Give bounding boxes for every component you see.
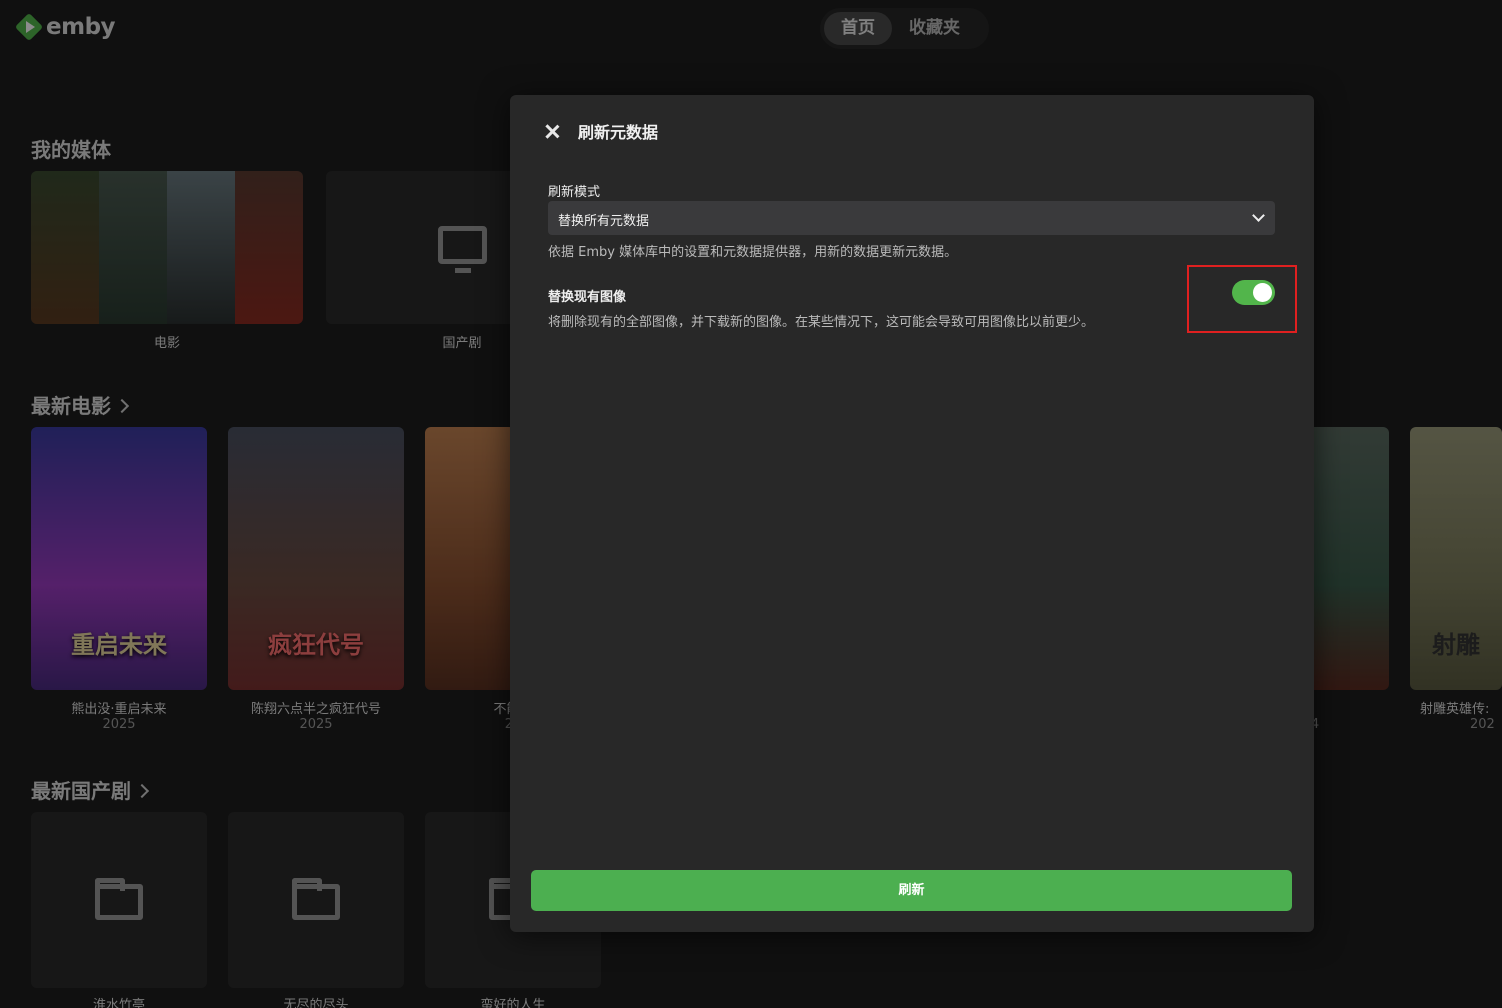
replace-images-label: 替换现有图像 (548, 290, 627, 305)
close-icon[interactable] (538, 117, 566, 145)
toggle-knob (1253, 283, 1272, 302)
movie-poster[interactable]: 射雕 (1410, 427, 1502, 690)
replace-images-toggle[interactable] (1232, 280, 1275, 305)
movie-poster[interactable] (425, 427, 515, 690)
movie-poster[interactable]: 重启未来 (31, 427, 207, 690)
refresh-mode-label: 刷新模式 (548, 185, 601, 200)
emby-logo[interactable]: emby (14, 12, 116, 42)
folder-icon (95, 878, 143, 920)
movie-poster[interactable]: 疯狂代号 (228, 427, 404, 690)
dialog-title: 刷新元数据 (578, 123, 659, 142)
refresh-mode-help: 依据 Emby 媒体库中的设置和元数据提供器，用新的数据更新元数据。 (548, 245, 958, 260)
movie-year: 2025 (102, 717, 136, 732)
refresh-metadata-dialog: 刷新元数据 刷新模式 替换所有元数据 依据 Emby 媒体库中的设置和元数据提供… (510, 95, 1314, 932)
movie-title: 射雕英雄传: (1420, 702, 1490, 717)
movie-year: 202 (1470, 717, 1495, 732)
tv-show-title: 蛮好的人生 (480, 998, 546, 1008)
section-title-text: 最新国产剧 (31, 779, 131, 803)
movie-title: 陈翔六点半之疯狂代号 (250, 702, 381, 717)
library-collage-poster (235, 171, 303, 324)
chevron-right-icon (134, 783, 150, 798)
library-collage-poster (167, 171, 235, 324)
tv-show-card[interactable] (31, 812, 207, 988)
refresh-mode-value: 替换所有元数据 (558, 214, 650, 229)
tab-favorites[interactable]: 收藏夹 (892, 12, 977, 45)
tv-show-title: 淮水竹亭 (92, 998, 145, 1008)
movie-year: 2025 (299, 717, 333, 732)
chevron-right-icon (114, 398, 130, 413)
library-collage-poster (99, 171, 167, 324)
poster-title-art: 射雕 (1432, 631, 1480, 659)
tv-icon (438, 226, 487, 273)
chevron-down-icon (1252, 209, 1265, 222)
folder-icon (292, 878, 340, 920)
poster-title-art: 重启未来 (71, 631, 167, 659)
library-card-movies[interactable] (31, 171, 303, 324)
emby-logo-icon (14, 12, 44, 42)
section-title-latest-movies[interactable]: 最新电影 (31, 390, 130, 419)
section-title-my-media[interactable]: 我的媒体 (31, 134, 111, 163)
poster-title-art: 疯狂代号 (268, 631, 364, 659)
tv-show-card[interactable] (228, 812, 404, 988)
tab-home[interactable]: 首页 (824, 12, 892, 45)
section-title-latest-tv[interactable]: 最新国产剧 (31, 775, 150, 804)
movie-title: 熊出没·重启未来 (71, 702, 167, 717)
replace-images-help: 将删除现有的全部图像，并下载新的图像。在某些情况下，这可能会导致可用图像比以前更… (548, 315, 1095, 330)
library-collage-poster (31, 171, 99, 324)
tv-show-title: 无尽的尽头 (283, 998, 349, 1008)
nav-tabs: 首页 收藏夹 (820, 8, 989, 49)
logo-text: emby (46, 14, 116, 40)
refresh-mode-select[interactable]: 替换所有元数据 (548, 201, 1275, 235)
refresh-button[interactable]: 刷新 (531, 870, 1292, 911)
library-name: 电影 (153, 336, 180, 351)
section-title-text: 最新电影 (31, 394, 111, 418)
